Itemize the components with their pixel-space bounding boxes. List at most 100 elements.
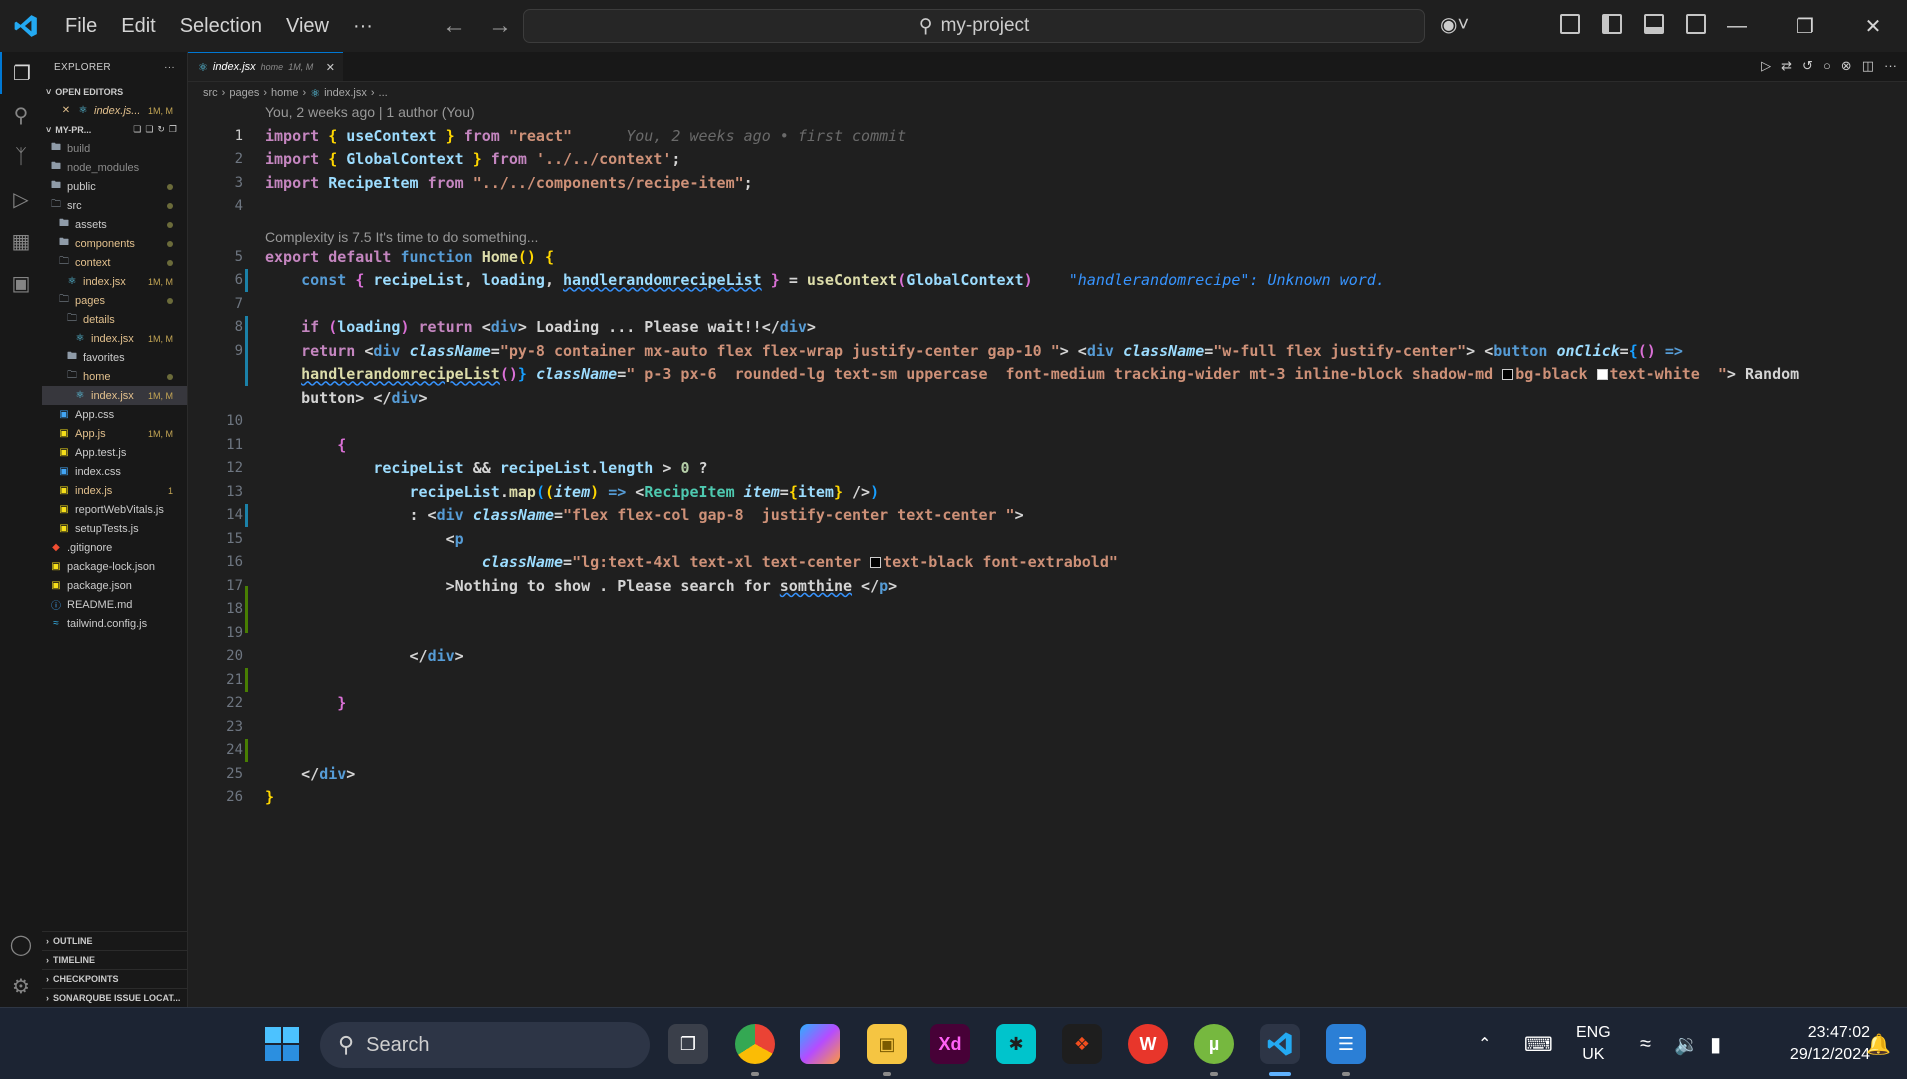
tab-index-jsx[interactable]: ⚛ index.jsx home 1M, M ✕	[188, 52, 343, 81]
more-icon[interactable]: ···	[1884, 58, 1897, 74]
tree-item[interactable]: ▣ reportWebVitals.js	[42, 500, 187, 519]
forward-arrow-icon[interactable]: →	[488, 12, 512, 40]
tree-item[interactable]: 🗀 src	[42, 196, 187, 215]
code-editor[interactable]: You, 2 weeks ago | 1 author (You) 1 impo…	[188, 104, 1907, 1059]
menu-file[interactable]: File	[56, 11, 106, 42]
tree-item[interactable]: 🖿 node_modules	[42, 158, 187, 177]
explorer-icon[interactable]: ❐	[0, 52, 42, 94]
circle-icon[interactable]: ○	[1823, 58, 1831, 74]
timeline-section[interactable]: › TIMELINE	[42, 950, 188, 969]
tree-item[interactable]: ▣ setupTests.js	[42, 519, 187, 538]
tree-item[interactable]: 🖿 components	[42, 234, 187, 253]
react-file-icon: ⚛	[310, 87, 321, 100]
codelens-complexity[interactable]: Complexity is 7.5 It's time to do someth…	[265, 229, 538, 245]
tree-item[interactable]: ⚛ index.jsx 1M, M	[42, 386, 187, 405]
react-file-icon: ⚛	[78, 105, 88, 116]
tree-item[interactable]: 🗀 pages	[42, 291, 187, 310]
toggle-sidebar-icon[interactable]	[1602, 14, 1622, 34]
remote-explorer-icon[interactable]: ▣	[0, 262, 42, 304]
show-hidden-icons[interactable]: ⌃	[1478, 1008, 1491, 1079]
checkpoints-section[interactable]: › CHECKPOINTS	[42, 969, 188, 988]
star-app-icon[interactable]: ✱	[996, 1024, 1036, 1064]
copilot-icon[interactable]: ◉˅	[1440, 12, 1469, 37]
tree-item[interactable]: ⓘ README.md	[42, 595, 187, 614]
vscode-taskbar-icon[interactable]	[1260, 1024, 1300, 1064]
explorer-toolbar-icons[interactable]: ❏❏↻❐	[133, 124, 181, 135]
tree-item[interactable]: ≈ tailwind.config.js	[42, 614, 187, 633]
tree-item[interactable]: ▣ package.json	[42, 576, 187, 595]
tree-item[interactable]: ▣ package-lock.json	[42, 557, 187, 576]
breadcrumb-symbol[interactable]: ...	[379, 87, 388, 99]
tree-item[interactable]: 🖿 build	[42, 139, 187, 158]
windows-start-icon[interactable]	[264, 1026, 300, 1062]
restore-icon[interactable]: ❐	[1771, 0, 1839, 52]
breadcrumb-pages[interactable]: pages	[229, 87, 259, 99]
customize-layout-icon[interactable]	[1560, 14, 1580, 34]
copilot-app-icon[interactable]	[800, 1024, 840, 1064]
back-arrow-icon[interactable]: ←	[442, 12, 466, 40]
more-actions-icon[interactable]: ···	[164, 62, 175, 73]
tree-item[interactable]: ▣ index.js 1	[42, 481, 187, 500]
close-window-icon[interactable]: ✕	[1839, 0, 1907, 52]
file-explorer-icon[interactable]: ▣	[867, 1024, 907, 1064]
outline-section[interactable]: › OUTLINE	[42, 931, 188, 950]
minimize-icon[interactable]: —	[1703, 0, 1771, 52]
revert-icon[interactable]: ↺	[1802, 58, 1813, 74]
manage-gear-icon[interactable]: ⚙	[0, 965, 42, 1007]
tree-item[interactable]: ▣ App.css	[42, 405, 187, 424]
codelens-author[interactable]: You, 2 weeks ago | 1 author (You)	[265, 104, 475, 120]
open-editor-item[interactable]: ✕ ⚛ index.js... 1M, M	[42, 101, 187, 120]
task-view-icon[interactable]: ❐	[668, 1024, 708, 1064]
keyboard-icon[interactable]: ⌨	[1524, 1008, 1553, 1079]
tree-item[interactable]: 🗀 context	[42, 253, 187, 272]
command-center-search[interactable]: ⚲ my-project	[523, 9, 1425, 43]
battery-icon[interactable]: ▮	[1710, 1008, 1721, 1079]
run-debug-icon[interactable]: ▷	[0, 178, 42, 220]
wifi-icon[interactable]: ≈	[1640, 1008, 1651, 1079]
run-icon[interactable]: ▷	[1761, 58, 1771, 74]
tree-item[interactable]: ▣ App.js 1M, M	[42, 424, 187, 443]
breadcrumb-src[interactable]: src	[203, 87, 218, 99]
tree-item[interactable]: ⚛ index.jsx 1M, M	[42, 329, 187, 348]
toggle-panel-icon[interactable]	[1644, 14, 1664, 34]
extensions-icon[interactable]: ▦	[0, 220, 42, 262]
project-section[interactable]: ˅ MY-PR... ❏❏↻❐	[42, 120, 187, 139]
breadcrumb-file[interactable]: index.jsx	[324, 87, 367, 99]
menu-view[interactable]: View	[277, 11, 338, 42]
source-control-icon[interactable]: ᛉ	[0, 136, 42, 178]
tree-item[interactable]: ▣ App.test.js	[42, 443, 187, 462]
breadcrumb-home[interactable]: home	[271, 87, 299, 99]
volume-icon[interactable]: 🔉	[1674, 1008, 1699, 1079]
tree-item[interactable]: 🖿 favorites	[42, 348, 187, 367]
search-view-icon[interactable]: ⚲	[0, 94, 42, 136]
menu-selection[interactable]: Selection	[171, 11, 271, 42]
tree-item[interactable]: 🖿 public	[42, 177, 187, 196]
line-number: 13	[226, 483, 243, 500]
split-editor-icon[interactable]: ◫	[1862, 58, 1874, 74]
sonarqube-section[interactable]: › SONARQUBE ISSUE LOCAT...	[42, 988, 188, 1007]
tree-item[interactable]: ◆ .gitignore	[42, 538, 187, 557]
chrome-icon[interactable]	[735, 1024, 775, 1064]
notification-bell-icon[interactable]: 🔔	[1866, 1008, 1891, 1079]
wps-office-icon[interactable]: W	[1128, 1024, 1168, 1064]
language-indicator[interactable]: ENG UK	[1576, 1022, 1611, 1066]
tree-item[interactable]: 🖿 assets	[42, 215, 187, 234]
taskbar-search[interactable]: ⚲ Search	[320, 1022, 650, 1068]
utorrent-icon[interactable]: µ	[1194, 1024, 1234, 1064]
tree-item[interactable]: ⚛ index.jsx 1M, M	[42, 272, 187, 291]
notepad-icon[interactable]: ☰	[1326, 1024, 1366, 1064]
tree-item[interactable]: 🗀 home	[42, 367, 187, 386]
tree-item[interactable]: ▣ index.css	[42, 462, 187, 481]
close-icon[interactable]: ✕	[60, 105, 72, 116]
timeline-icon[interactable]: ⊗	[1841, 58, 1852, 74]
figma-icon[interactable]: ❖	[1062, 1024, 1102, 1064]
account-icon[interactable]: ◯	[0, 923, 42, 965]
compare-icon[interactable]: ⇄	[1781, 58, 1792, 74]
menu-more[interactable]: ···	[344, 11, 382, 42]
close-tab-icon[interactable]: ✕	[326, 61, 335, 74]
adobe-xd-icon[interactable]: Xd	[930, 1024, 970, 1064]
clock[interactable]: 23:47:02 29/12/2024	[1760, 1022, 1870, 1066]
open-editors-section[interactable]: ˅ OPEN EDITORS	[42, 82, 187, 101]
tree-item[interactable]: 🗀 details	[42, 310, 187, 329]
menu-edit[interactable]: Edit	[112, 11, 164, 42]
